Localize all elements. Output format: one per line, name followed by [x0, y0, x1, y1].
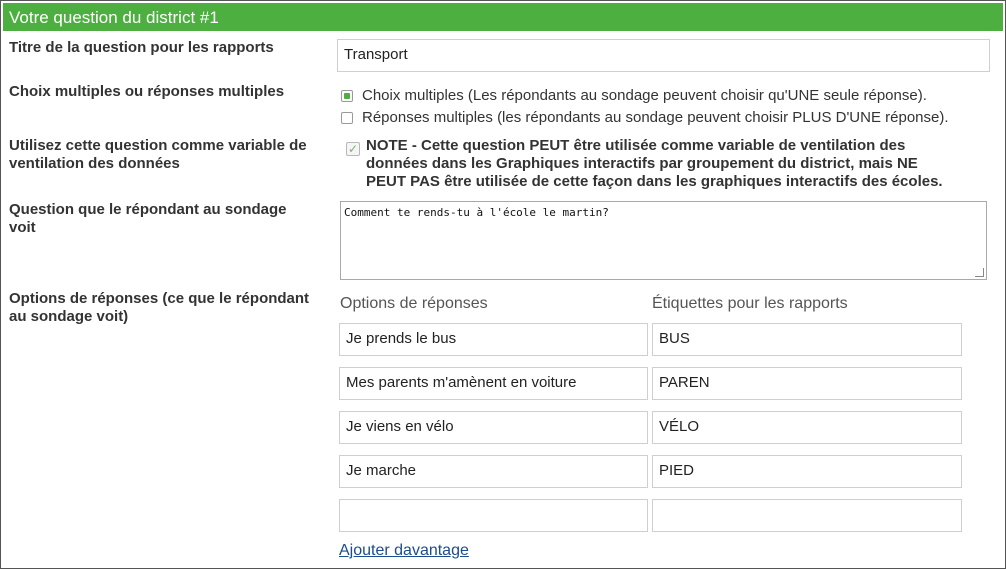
radio-multiple-choice-label: Choix multiples (Les répondants au sonda… [362, 87, 927, 104]
question-label-line1: Question que le répondant au sondage [9, 201, 287, 218]
title-input[interactable]: Transport [337, 39, 990, 72]
question-panel: Votre question du district #1 Titre de l… [0, 0, 1006, 569]
title-label: Titre de la question pour les rapports [9, 39, 274, 56]
radio-multiple-answers-label: Réponses multiples (les répondants au so… [362, 109, 949, 126]
radio-checked-icon[interactable] [341, 90, 353, 102]
tag-input-4[interactable]: PIED [652, 455, 962, 488]
tag-input-2[interactable]: PAREN [652, 367, 962, 400]
tag-input-5[interactable] [652, 499, 962, 532]
col-header-labels: Étiquettes pour les rapports [652, 295, 848, 312]
tag-input-1[interactable]: BUS [652, 323, 962, 356]
question-label: Question que le répondant au sondage voi… [9, 201, 287, 237]
question-text: Comment te rends-tu à l'école le martin? [344, 206, 609, 219]
breakdown-note-line2: données dans les Graphiques interactifs … [366, 155, 918, 172]
breakdown-label-line1: Utilisez cette question comme variable d… [9, 137, 307, 154]
breakdown-checkbox[interactable]: ✓ [346, 142, 360, 156]
breakdown-note: NOTE - Cette question PEUT être utilisée… [366, 137, 996, 191]
breakdown-label-line2: ventilation des données [9, 155, 180, 172]
question-textarea[interactable]: Comment te rends-tu à l'école le martin? [340, 201, 987, 280]
choice-type-label: Choix multiples ou réponses multiples [9, 83, 285, 100]
option-input-5[interactable] [339, 499, 648, 532]
option-input-1[interactable]: Je prends le bus [339, 323, 648, 356]
radio-unchecked-icon[interactable] [341, 112, 353, 124]
col-header-options: Options de réponses [340, 295, 488, 312]
breakdown-label: Utilisez cette question comme variable d… [9, 137, 307, 173]
tag-input-3[interactable]: VÉLO [652, 411, 962, 444]
option-input-2[interactable]: Mes parents m'amènent en voiture [339, 367, 648, 400]
answers-label: Options de réponses (ce que le répondant… [9, 290, 309, 326]
answers-label-line1: Options de réponses (ce que le répondant [9, 290, 310, 307]
answers-label-line2: au sondage voit) [9, 308, 129, 325]
add-more-link[interactable]: Ajouter davantage [339, 542, 469, 560]
breakdown-note-line3: PEUT PAS être utilisée de cette façon da… [366, 173, 943, 190]
option-input-4[interactable]: Je marche [339, 455, 648, 488]
option-input-3[interactable]: Je viens en vélo [339, 411, 648, 444]
question-label-line2: voit [9, 219, 36, 236]
breakdown-note-line1: NOTE - Cette question PEUT être utilisée… [366, 137, 906, 154]
checkmark-icon: ✓ [347, 142, 359, 156]
resize-handle-icon[interactable] [975, 268, 984, 277]
panel-header: Votre question du district #1 [3, 3, 1003, 31]
